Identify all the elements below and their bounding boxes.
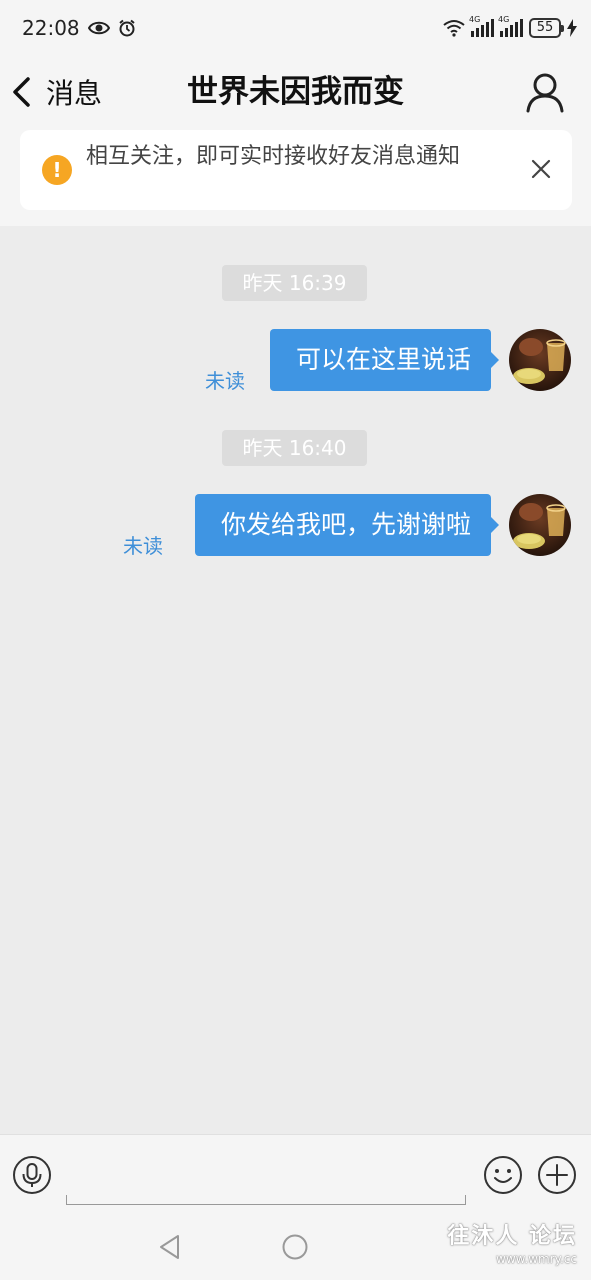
notice-area: ! 相互关注，即可实时接收好友消息通知 bbox=[0, 128, 591, 226]
avatar[interactable] bbox=[509, 329, 571, 391]
message-timestamp: 昨天 16:40 bbox=[222, 430, 367, 466]
microphone-icon[interactable] bbox=[12, 1155, 52, 1195]
alarm-icon bbox=[119, 19, 135, 37]
input-bar bbox=[0, 1134, 591, 1214]
message-timestamp: 昨天 16:39 bbox=[222, 265, 367, 301]
signal-label: 4G bbox=[498, 15, 510, 24]
signal-label: 4G bbox=[469, 15, 481, 24]
signal-icon: 4G bbox=[498, 15, 523, 37]
system-nav-bar: 往沐人 论坛 www.wmry.cc bbox=[0, 1214, 591, 1280]
avatar-image bbox=[509, 494, 571, 556]
follow-notice: ! 相互关注，即可实时接收好友消息通知 bbox=[20, 130, 572, 210]
page-title: 世界未因我而变 bbox=[187, 74, 404, 110]
watermark-sub: www.wmry.cc bbox=[496, 1252, 577, 1266]
charging-icon bbox=[567, 19, 577, 37]
avatar[interactable] bbox=[509, 494, 571, 556]
profile-icon bbox=[526, 73, 564, 113]
battery-icon: 55 bbox=[529, 18, 564, 38]
nav-home-icon[interactable] bbox=[281, 1233, 309, 1261]
status-left: 22:08 bbox=[22, 16, 136, 40]
warning-icon: ! bbox=[42, 155, 72, 185]
watermark-main: 往沐人 论坛 bbox=[447, 1224, 577, 1249]
status-time: 22:08 bbox=[22, 16, 80, 40]
battery-level: 55 bbox=[536, 20, 554, 35]
avatar-image bbox=[509, 329, 571, 391]
header: 消息 世界未因我而变 bbox=[0, 56, 591, 128]
unread-status: 未读 bbox=[205, 369, 245, 393]
eye-icon bbox=[87, 21, 110, 35]
status-right: 4G 4G 55 bbox=[443, 15, 577, 38]
close-icon[interactable] bbox=[528, 156, 554, 182]
notice-text: 相互关注，即可实时接收好友消息通知 bbox=[86, 144, 461, 169]
message-bubble[interactable]: 你发给我吧，先谢谢啦 bbox=[194, 494, 500, 556]
signal-icon: 4G bbox=[469, 15, 494, 37]
message-bubble[interactable]: 可以在这里说话 bbox=[269, 329, 500, 391]
emoji-icon[interactable] bbox=[483, 1155, 523, 1195]
plus-icon[interactable] bbox=[537, 1155, 577, 1195]
chat-area[interactable]: 昨天 16:39 未读 可以在这里说话 昨天 16:40 未读 你发给我吧，先谢… bbox=[0, 226, 591, 1134]
profile-button[interactable] bbox=[523, 70, 567, 114]
status-bar: 22:08 4G 4G 55 bbox=[0, 0, 591, 56]
input-underline bbox=[66, 1195, 466, 1205]
nav-back-icon[interactable] bbox=[156, 1233, 184, 1261]
wifi-icon bbox=[443, 20, 465, 37]
unread-status: 未读 bbox=[123, 534, 163, 558]
watermark: 往沐人 论坛 www.wmry.cc bbox=[447, 1218, 577, 1266]
